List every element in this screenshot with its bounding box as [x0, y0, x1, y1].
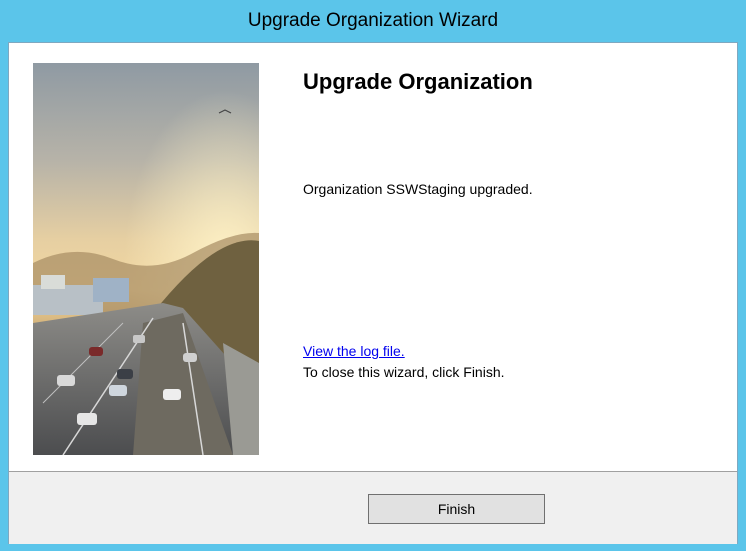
upgrade-status-message: Organization SSWStaging upgraded. [303, 181, 533, 197]
button-bar: Finish [9, 471, 737, 544]
wizard-window: Upgrade Organization Wizard Upgrade Orga… [0, 0, 746, 551]
window-title: Upgrade Organization Wizard [247, 10, 499, 31]
wizard-content: Upgrade Organization Organization SSWSta… [8, 42, 738, 544]
finish-button[interactable]: Finish [368, 494, 545, 524]
banner-image [33, 63, 259, 455]
view-log-link[interactable]: View the log file. [303, 343, 405, 359]
highway-sunset-photo [33, 63, 259, 455]
close-hint-text: To close this wizard, click Finish. [303, 364, 505, 380]
page-heading: Upgrade Organization [303, 69, 533, 94]
title-bar[interactable]: Upgrade Organization Wizard [0, 0, 746, 42]
